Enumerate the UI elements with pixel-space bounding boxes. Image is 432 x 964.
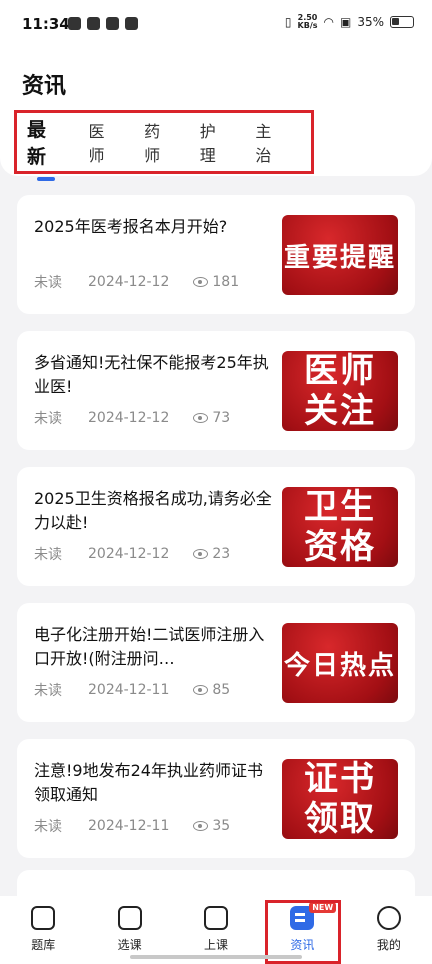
read-status: 未读 [34, 275, 62, 291]
article-card[interactable]: 注意!9地发布24年执业药师证书领取通知 未读 2024-12-11 35 证书… [17, 739, 415, 858]
profile-icon [376, 906, 401, 930]
view-count: 85 [212, 682, 231, 698]
play-icon [204, 906, 229, 930]
article-card[interactable]: 2025年医考报名本月开始? 未读 2024-12-12 181 重要提醒 [17, 195, 415, 314]
thumbnail-text: 卫生资格 [304, 487, 376, 567]
article-meta: 未读 2024-12-11 35 [34, 816, 230, 836]
article-thumbnail: 重要提醒 [282, 215, 398, 295]
battery-icon [390, 16, 414, 28]
article-title: 2025年医考报名本月开始? [34, 217, 228, 236]
article-date: 2024-12-12 [88, 274, 170, 290]
tab-latest[interactable]: 最新 [27, 115, 65, 181]
thumbnail-text: 证书领取 [304, 759, 376, 839]
thumbnail-text: 医师关注 [304, 351, 376, 431]
bottom-nav: 题库 选课 上课 NEW 资讯 我的 [0, 896, 432, 964]
article-title: 电子化注册开始!二试医师注册入口开放!(附注册问… [34, 625, 265, 668]
tab-nursing[interactable]: 护理 [200, 118, 232, 166]
tab-attending[interactable]: 主治 [255, 118, 287, 166]
message-icon [106, 17, 119, 30]
tab-pharmacist[interactable]: 药师 [144, 118, 176, 166]
article-thumbnail: 今日热点 [282, 623, 398, 703]
read-status: 未读 [34, 411, 62, 427]
article-date: 2024-12-11 [88, 818, 170, 834]
article-meta: 未读 2024-12-11 85 [34, 680, 230, 700]
thumbnail-text: 重要提醒 [283, 242, 396, 273]
view-count: 23 [212, 546, 231, 562]
article-title: 注意!9地发布24年执业药师证书领取通知 [34, 761, 263, 804]
article-date: 2024-12-12 [88, 546, 170, 562]
article-card[interactable]: 电子化注册开始!二试医师注册入口开放!(附注册问… 未读 2024-12-11 … [17, 603, 415, 722]
wechat-icon [125, 17, 138, 30]
nav-question-bank[interactable]: 题库 [0, 896, 86, 964]
article-thumbnail: 证书领取 [282, 759, 398, 839]
nav-label: 题库 [31, 938, 56, 952]
read-status: 未读 [34, 819, 62, 835]
app-notification-icon [68, 17, 81, 30]
battery-percent: 35% [357, 15, 384, 29]
article-thumbnail: 卫生资格 [282, 487, 398, 567]
status-right: ▯ 2.50 KB/s ◠ ▣ 35% [285, 14, 414, 30]
read-status: 未读 [34, 683, 62, 699]
sim-icon: ▣ [339, 15, 352, 29]
nav-select-course[interactable]: 选课 [86, 896, 172, 964]
article-date: 2024-12-11 [88, 682, 170, 698]
eye-icon [193, 685, 209, 695]
view-count: 73 [212, 410, 231, 426]
article-card[interactable]: 2025卫生资格报名成功,请务必全力以赴! 未读 2024-12-12 23 卫… [17, 467, 415, 586]
nav-label: 上课 [204, 938, 229, 952]
home-indicator[interactable] [130, 955, 302, 959]
wifi-icon: ◠ [323, 15, 334, 29]
category-tabs: 最新 医师 药师 护理 主治 [14, 110, 314, 181]
article-thumbnail: 医师关注 [282, 351, 398, 431]
nav-label: 选课 [117, 938, 142, 952]
article-meta: 未读 2024-12-12 181 [34, 272, 239, 292]
nav-profile[interactable]: 我的 [346, 896, 432, 964]
article-card[interactable]: 多省通知!无社保不能报考25年执业医! 未读 2024-12-12 73 医师关… [17, 331, 415, 450]
eye-icon [193, 413, 209, 423]
course-icon [117, 906, 142, 930]
article-date: 2024-12-12 [88, 410, 170, 426]
eye-icon [193, 277, 209, 287]
tab-physician[interactable]: 医师 [89, 118, 121, 166]
article-list: 2025年医考报名本月开始? 未读 2024-12-12 181 重要提醒 多省… [17, 195, 415, 875]
article-meta: 未读 2024-12-12 23 [34, 544, 230, 564]
network-speed: 2.50 KB/s [297, 13, 318, 30]
view-count: 181 [212, 274, 240, 290]
read-status: 未读 [34, 547, 62, 563]
article-meta: 未读 2024-12-12 73 [34, 408, 230, 428]
article-title: 2025卫生资格报名成功,请务必全力以赴! [34, 489, 272, 532]
vibrate-icon: ▯ [284, 15, 292, 29]
eye-icon [193, 821, 209, 831]
nav-attend-class[interactable]: 上课 [173, 896, 259, 964]
nav-label: 我的 [376, 938, 401, 952]
status-time: 11:34 [22, 15, 70, 33]
notification-icons [68, 17, 138, 30]
thumbnail-text: 今日热点 [283, 650, 396, 681]
article-title: 多省通知!无社保不能报考25年执业医! [34, 353, 269, 396]
view-count: 35 [212, 818, 231, 834]
tiktok-icon [87, 17, 100, 30]
eye-icon [193, 549, 209, 559]
status-bar: 11:34 ▯ 2.50 KB/s ◠ ▣ 35% [0, 0, 432, 52]
question-bank-icon [31, 906, 56, 930]
page-title: 资讯 [22, 74, 67, 99]
